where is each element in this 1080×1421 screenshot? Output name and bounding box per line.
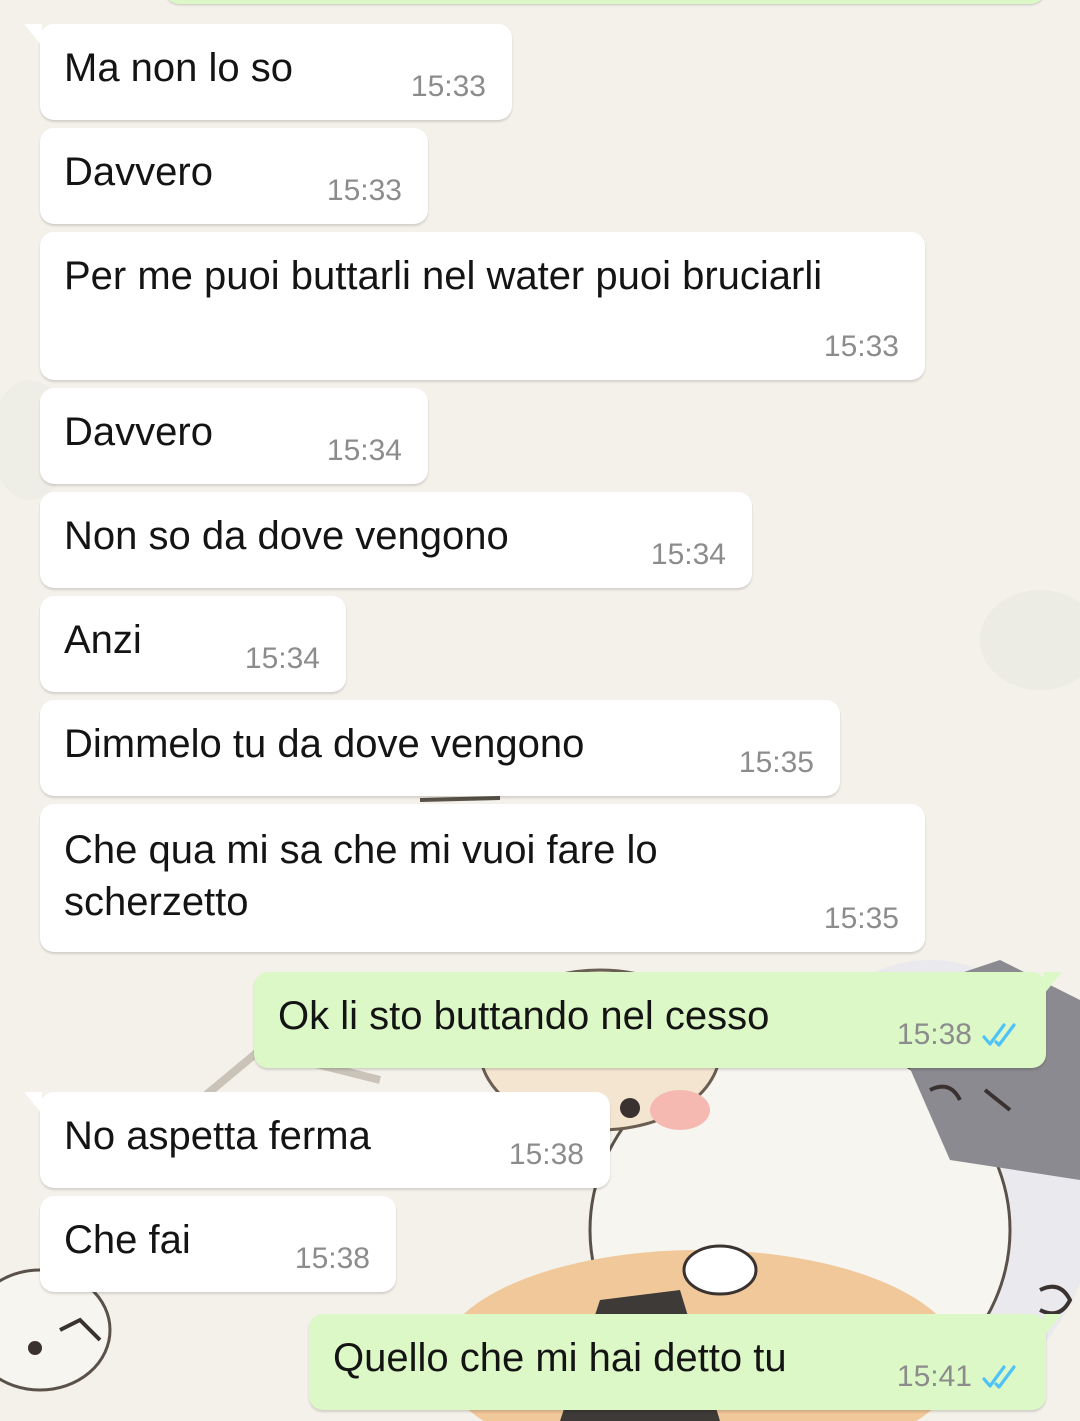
incoming-message[interactable]: Davvero 15:33 (40, 128, 428, 224)
message-time: 15:38 (294, 1242, 370, 1275)
incoming-message[interactable]: Per me puoi buttarli nel water puoi bruc… (40, 232, 925, 380)
message-time: 15:35 (738, 746, 814, 779)
message-text-line: scherzetto (64, 880, 249, 924)
previous-message-bubble-edge (165, 0, 1045, 4)
double-check-read-icon (982, 1365, 1016, 1389)
message-time: 15:34 (650, 538, 726, 571)
message-text-line: Che qua mi sa che mi vuoi fare lo (64, 828, 658, 872)
message-time: 15:33 (410, 70, 486, 103)
message-text: No aspetta ferma (64, 1114, 371, 1158)
message-time: 15:38 (896, 1018, 972, 1051)
incoming-message[interactable]: Ma non lo so 15:33 (24, 24, 512, 120)
message-text: Anzi (64, 618, 142, 662)
outgoing-message[interactable]: Quello che mi hai detto tu 15:41 (309, 1314, 1062, 1410)
bubble-tail (1044, 972, 1062, 994)
incoming-message[interactable]: Anzi 15:34 (40, 596, 346, 692)
message-time: 15:34 (244, 642, 320, 675)
message-text: Ok li sto buttando nel cesso (278, 994, 770, 1038)
message-time: 15:34 (326, 434, 402, 467)
message-time: 15:41 (896, 1360, 972, 1393)
message-text: Non so da dove vengono (64, 514, 509, 558)
incoming-message[interactable]: No aspetta ferma 15:38 (24, 1092, 610, 1188)
message-text: Ma non lo so (64, 46, 294, 90)
message-text: Che fai (64, 1218, 191, 1262)
outgoing-message[interactable]: Ok li sto buttando nel cesso 15:38 (254, 972, 1062, 1068)
incoming-message[interactable]: Davvero 15:34 (40, 388, 428, 484)
message-time: 15:35 (823, 902, 899, 935)
double-check-read-icon (982, 1023, 1016, 1047)
incoming-message[interactable]: Che qua mi sa che mi vuoi fare lo scherz… (40, 804, 925, 952)
message-text: Davvero (64, 410, 213, 454)
incoming-message[interactable]: Che fai 15:38 (40, 1196, 396, 1292)
message-time: 15:33 (326, 174, 402, 207)
bubble-tail (24, 24, 42, 46)
message-text: Quello che mi hai detto tu (333, 1336, 787, 1380)
incoming-message[interactable]: Non so da dove vengono 15:34 (40, 492, 752, 588)
message-text: Per me puoi buttarli nel water puoi bruc… (64, 254, 823, 298)
incoming-message[interactable]: Dimmelo tu da dove vengono 15:35 (40, 700, 840, 796)
message-time: 15:38 (508, 1138, 584, 1171)
bubble-tail (1044, 1314, 1062, 1336)
message-text: Davvero (64, 150, 213, 194)
message-time: 15:33 (823, 330, 899, 363)
bubble-tail (24, 1092, 42, 1114)
message-text: Dimmelo tu da dove vengono (64, 722, 585, 766)
